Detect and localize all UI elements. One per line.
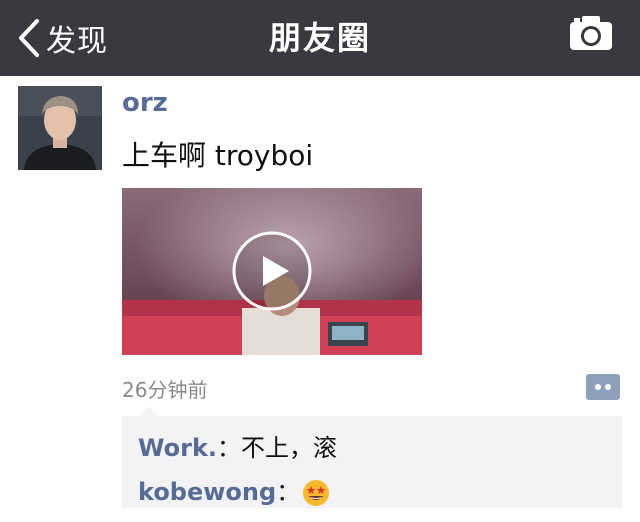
post-timestamp: 26分钟前 <box>122 378 208 402</box>
avatar-image <box>18 86 102 170</box>
comments-arrow <box>140 407 158 416</box>
page-title: 朋友圈 <box>268 19 371 57</box>
avatar[interactable] <box>18 86 102 170</box>
comment-item: kobewong： <box>138 472 330 507</box>
navigation-bar: 发现 朋友圈 <box>0 0 640 76</box>
star-struck-emoji <box>303 480 330 506</box>
video-thumbnail[interactable] <box>122 188 422 355</box>
post-username[interactable]: orz <box>122 88 168 118</box>
comment-item: Work.：不上，滚 <box>138 428 337 463</box>
post-text: 上车啊 troyboi <box>122 139 314 172</box>
camera-icon <box>570 16 612 50</box>
comment-separator: ： <box>217 434 242 462</box>
comment-author[interactable]: kobewong <box>138 478 276 506</box>
video-image <box>122 188 422 355</box>
comment-separator: ： <box>276 478 301 506</box>
comment-text: 不上，滚 <box>241 434 338 462</box>
comment-author[interactable]: Work. <box>138 434 217 462</box>
comments-panel: Work.：不上，滚 kobewong： <box>122 407 622 508</box>
camera-button[interactable] <box>568 14 614 56</box>
comment-action-icon[interactable] <box>586 374 620 400</box>
